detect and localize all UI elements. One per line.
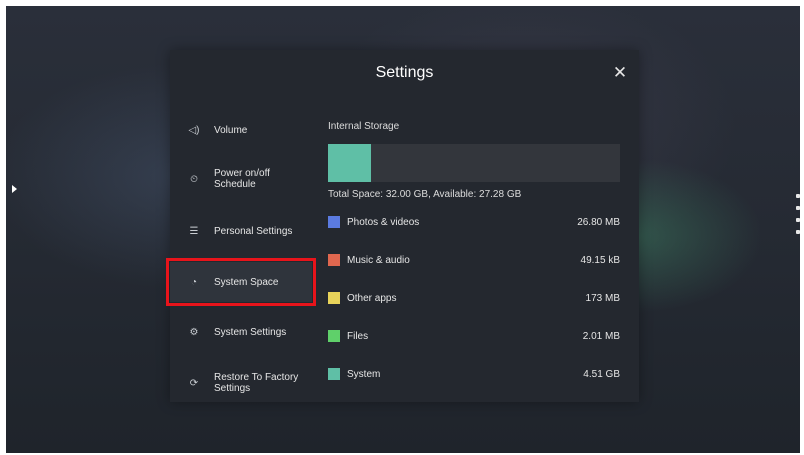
side-toolbar-edge [794,186,800,296]
storage-category-row: Music & audio 49.15 kB [328,252,620,268]
nav-item-restore-factory[interactable]: ⟳ Restore To Factory Settings [170,363,312,403]
dialog-title: Settings [375,64,434,81]
storage-title: Internal Storage [328,121,400,132]
nav-item-power-schedule[interactable]: ⏲ Power on/off Schedule [170,159,312,199]
toolbar-mark [796,218,800,222]
nav-item-label: Personal Settings [214,225,293,237]
close-icon[interactable]: ✕ [611,64,629,82]
storage-usage-fill [328,144,372,182]
nav-item-label: Restore To Factory Settings [214,372,299,394]
storage-total-text: Total Space: 32.00 GB, Available: 27.28 … [328,189,522,200]
nav-item-system-settings[interactable]: ⚙ System Settings [170,312,312,352]
storage-category-row: Other apps 173 MB [328,290,620,306]
category-label: Photos & videos [347,216,420,228]
category-color-swatch [328,216,340,228]
category-color-swatch [328,254,340,266]
expand-arrow-icon[interactable] [12,185,17,193]
nav-item-label: System Settings [214,326,287,338]
toolbar-mark [796,206,800,210]
nav-item-volume[interactable]: ◁) Volume [170,110,312,150]
storage-category-row: Photos & videos 26.80 MB [328,214,620,230]
storage-category-row: System 4.51 GB [328,366,620,382]
storage-category-row: Files 2.01 MB [328,328,620,344]
category-size: 26.80 MB [577,216,620,228]
category-label: Music & audio [347,254,410,266]
category-size: 173 MB [585,292,620,304]
toolbar-mark [796,230,800,234]
category-label: System [347,368,381,380]
sliders-icon: ☰ [189,225,199,237]
nav-item-label: Volume [214,124,248,136]
category-color-swatch [328,330,340,342]
storage-usage-bar [328,144,620,182]
category-size: 2.01 MB [582,330,620,342]
nav-item-system-space[interactable]: ◔ System Space [166,258,316,306]
category-color-swatch [328,292,340,304]
nav-item-personal-settings[interactable]: ☰ Personal Settings [170,211,312,251]
gear-icon: ⚙ [189,326,199,338]
category-label: Other apps [347,292,397,304]
pie-chart-icon: ◔ [190,276,198,288]
category-color-swatch [328,368,340,380]
clock-icon: ⏲ [190,173,198,185]
category-size: 4.51 GB [583,368,620,380]
settings-dialog: Settings ✕ ◁) Volume ⏲ Power on/off Sche… [166,50,639,403]
restore-icon: ⟳ [189,377,199,389]
nav-item-label: System Space [214,276,279,288]
category-size: 49.15 kB [580,254,620,266]
category-label: Files [347,330,369,342]
nav-item-label: Power on/off Schedule [214,168,270,190]
volume-icon: ◁) [188,124,200,136]
toolbar-mark [796,194,800,198]
